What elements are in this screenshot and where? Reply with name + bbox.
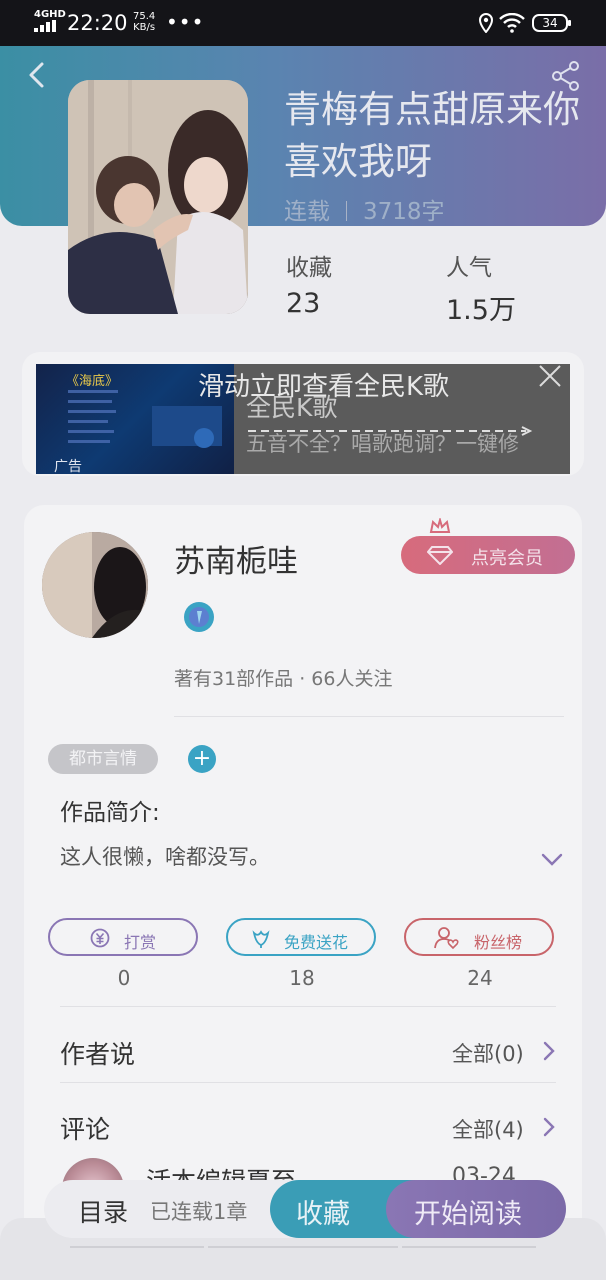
fans-count: 24 [467,966,493,990]
reward-label: 打赏 [124,933,157,952]
net-speed: 75.4 KB/s [133,11,155,33]
flower-icon [252,930,270,948]
reward-count: 0 [117,966,131,990]
flower-label: 免费送花 [284,933,349,952]
divider [174,716,564,717]
tab-line [208,1246,398,1248]
fans-rank-label: 粉丝榜 [474,933,523,952]
divider [60,1082,556,1083]
tab-line [402,1246,536,1248]
speed-unit: KB/s [133,22,156,33]
collect-stat-value: 23 [286,288,321,319]
popularity-stat-label: 人气 [446,255,492,281]
coin-icon [90,928,110,948]
popularity-stat-value: 1.5万 [446,295,516,326]
network-type: 4GHD [34,9,66,20]
meta-divider [346,201,347,221]
author-says-title: 作者说 [60,1040,136,1069]
word-count: 3718字 [363,199,445,225]
status-bar: 4GHD 22:20 75.4 KB/s ••• 34 [0,0,606,46]
close-icon[interactable] [538,364,562,388]
add-tag-button[interactable]: + [188,745,216,773]
comments-title: 评论 [60,1115,111,1144]
start-reading-button[interactable]: 开始阅读 [386,1180,566,1238]
avatar[interactable] [42,532,148,638]
serial-chapters: 已连载1章 [150,1200,248,1224]
avatar-image [42,532,148,638]
toc-button[interactable]: 目录 [78,1193,128,1229]
ad-slide-hint: 滑动立即查看全民K歌 [198,372,450,402]
vip-button[interactable]: 点亮会员 [401,536,575,574]
diamond-icon [427,546,453,565]
level-badge-icon [184,602,214,632]
ad-tag: 广告 [54,459,82,474]
cover-illustration [68,80,248,314]
author-stats: 著有31部作品 · 66人关注 [174,668,393,690]
vip-label: 点亮会员 [471,548,543,569]
collect-stat-label: 收藏 [286,255,332,281]
location-icon [478,13,494,33]
flower-count: 18 [289,966,315,990]
author-name[interactable]: 苏南栀哇 [174,536,298,581]
speed-value: 75.4 [133,11,156,22]
genre-tag[interactable]: 都市言情 [48,744,158,774]
flower-button[interactable]: 免费送花 [226,918,376,956]
ad-image-graphic [68,390,222,448]
crown-icon [429,518,451,533]
start-reading-label: 开始阅读 [414,1199,522,1230]
comments-more[interactable]: 全部(4) [452,1114,524,1144]
author-says-more[interactable]: 全部(0) [452,1038,524,1068]
reward-button[interactable]: 打赏 [48,918,198,956]
tab-line [70,1246,204,1248]
chevron-down-icon[interactable] [540,852,564,868]
more-dots: ••• [166,10,205,34]
swipe-arrow-icon [248,426,533,436]
fans-rank-button[interactable]: 粉丝榜 [404,918,554,956]
intro-text: 这人很懒，啥都没写。 [60,845,270,869]
wifi-icon [499,13,525,33]
divider [60,1006,556,1007]
clock: 22:20 [67,11,128,35]
chevron-right-icon[interactable] [542,1040,556,1062]
fans-icon [434,927,459,950]
battery-indicator: 34 [532,14,571,32]
collect-label: 收藏 [296,1199,350,1230]
book-cover[interactable] [68,80,248,314]
intro-label: 作品简介: [60,800,160,826]
book-meta: 连载 3718字 [284,192,445,226]
signal-icon [34,20,56,32]
back-arrow-icon[interactable] [22,60,52,90]
serial-status: 连载 [284,199,330,225]
chevron-right-icon[interactable] [542,1116,556,1138]
book-title: 青梅有点甜原来你喜欢我呀 [284,88,580,183]
